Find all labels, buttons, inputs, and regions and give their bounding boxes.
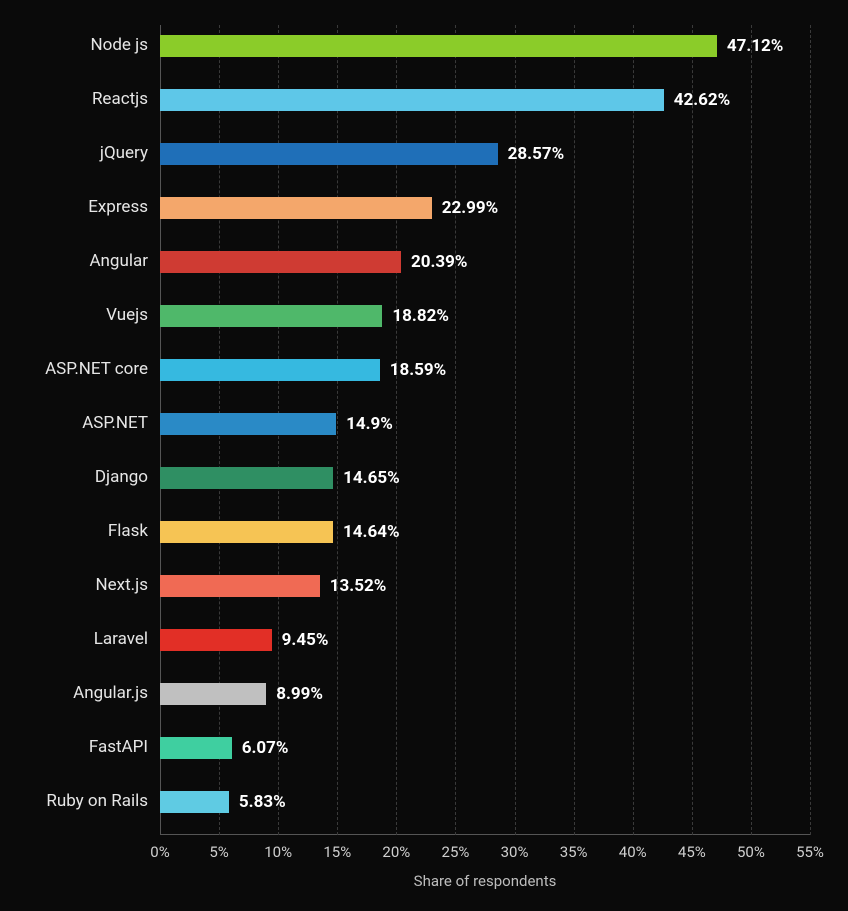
value-label: 47.12% (727, 36, 784, 56)
category-label: Laravel (0, 629, 148, 649)
bar-row: 42.62% (160, 89, 730, 111)
bar (160, 737, 232, 759)
value-label: 13.52% (330, 576, 387, 596)
gridline (633, 25, 634, 835)
value-label: 14.65% (343, 468, 400, 488)
category-label: ASP.NET (0, 413, 148, 433)
category-label: Django (0, 467, 148, 487)
bar (160, 305, 382, 327)
bar-row: 20.39% (160, 251, 467, 273)
bar (160, 467, 333, 489)
bar-chart: Share of respondents 0% 5% 10% 15% 20% 25% 30%… (0, 0, 848, 911)
value-label: 18.82% (392, 306, 449, 326)
value-label: 42.62% (674, 90, 731, 110)
x-tick-label: 10% (264, 843, 292, 861)
value-label: 5.83% (239, 792, 286, 812)
x-tick-label: 50% (737, 843, 765, 861)
value-label: 6.07% (242, 738, 289, 758)
bar-row: 14.65% (160, 467, 400, 489)
bar-row: 6.07% (160, 737, 289, 759)
bar (160, 143, 498, 165)
gridline (692, 25, 693, 835)
gridline (751, 25, 752, 835)
gridline (810, 25, 811, 835)
bar-row: 47.12% (160, 35, 783, 57)
value-label: 14.9% (346, 414, 393, 434)
value-label: 8.99% (276, 684, 323, 704)
value-label: 18.59% (390, 360, 447, 380)
x-tick-label: 20% (382, 843, 410, 861)
bar (160, 521, 333, 543)
x-tick-label: 25% (442, 843, 470, 861)
value-label: 22.99% (442, 198, 499, 218)
value-label: 9.45% (282, 630, 329, 650)
value-label: 20.39% (411, 252, 468, 272)
bar-row: 14.64% (160, 521, 400, 543)
bar (160, 575, 320, 597)
bar-row: 14.9% (160, 413, 393, 435)
x-tick-label: 5% (209, 843, 228, 861)
bar-row: 5.83% (160, 791, 286, 813)
bar (160, 683, 266, 705)
bar (160, 197, 432, 219)
bar-row: 9.45% (160, 629, 328, 651)
bar-row: 28.57% (160, 143, 564, 165)
bar (160, 251, 401, 273)
category-label: jQuery (0, 143, 148, 163)
bar (160, 35, 717, 57)
bar-row: 18.82% (160, 305, 449, 327)
x-tick-label: 30% (501, 843, 529, 861)
x-tick-label: 35% (560, 843, 588, 861)
category-label: Angular (0, 251, 148, 271)
category-label: Node js (0, 35, 148, 55)
x-tick-label: 40% (619, 843, 647, 861)
bar-row: 18.59% (160, 359, 446, 381)
category-label: Flask (0, 521, 148, 541)
value-label: 14.64% (343, 522, 400, 542)
bar (160, 413, 336, 435)
bar-row: 13.52% (160, 575, 386, 597)
bar (160, 629, 272, 651)
x-tick-label: 55% (796, 843, 824, 861)
category-label: Next.js (0, 575, 148, 595)
x-tick-label: 45% (678, 843, 706, 861)
value-label: 28.57% (508, 144, 565, 164)
category-label: Express (0, 197, 148, 217)
bar-row: 22.99% (160, 197, 498, 219)
category-label: Vuejs (0, 305, 148, 325)
category-label: Angular.js (0, 683, 148, 703)
bar-row: 8.99% (160, 683, 323, 705)
category-label: Ruby on Rails (0, 791, 148, 811)
bar (160, 791, 229, 813)
category-label: FastAPI (0, 737, 148, 757)
bar (160, 89, 664, 111)
x-tick-label: 0% (150, 843, 169, 861)
category-label: Reactjs (0, 89, 148, 109)
category-label: ASP.NET core (0, 359, 148, 379)
plot-area: Share of respondents 0%5%10%15%20%25%30%… (160, 25, 810, 835)
x-axis-label: Share of respondents (414, 872, 557, 890)
gridline (574, 25, 575, 835)
x-axis-line (160, 834, 810, 835)
bar (160, 359, 380, 381)
x-tick-label: 15% (323, 843, 351, 861)
